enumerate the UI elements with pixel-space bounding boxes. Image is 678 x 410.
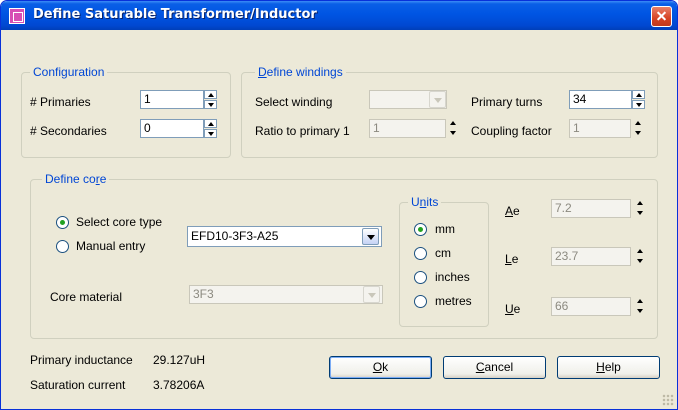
spin-up-icon[interactable]	[634, 297, 647, 306]
spin-up-icon[interactable]	[634, 199, 647, 208]
units-cm-radio[interactable]	[414, 247, 427, 260]
core-material-label: Core material	[50, 290, 123, 304]
spin-down-icon[interactable]	[634, 209, 647, 218]
ratio-spinner[interactable]	[447, 119, 460, 138]
units-inches-label[interactable]: inches	[435, 270, 470, 284]
configuration-group: Configuration	[21, 65, 231, 158]
ue-input[interactable]: 66	[551, 297, 631, 316]
spin-up-icon[interactable]	[632, 90, 645, 99]
saturation-current-label: Saturation current	[30, 378, 126, 392]
units-inches-radio[interactable]	[414, 271, 427, 284]
core-material-dropdown-icon[interactable]	[363, 286, 380, 303]
spin-down-icon[interactable]	[634, 257, 647, 266]
units-metres-radio[interactable]	[414, 295, 427, 308]
spin-up-icon[interactable]	[447, 119, 460, 128]
primary-turns-spinner[interactable]	[632, 90, 645, 109]
ue-spinner[interactable]	[634, 297, 647, 316]
primary-inductance-label: Primary inductance	[30, 353, 133, 367]
windings-group: Define windings	[241, 65, 658, 158]
spin-down-icon[interactable]	[632, 100, 645, 109]
select-winding-dropdown-icon[interactable]	[429, 91, 446, 108]
spin-up-icon[interactable]	[204, 119, 217, 128]
windings-group-title: Define windings	[255, 65, 346, 79]
ratio-label: Ratio to primary 1	[255, 124, 350, 138]
secondaries-label: # Secondaries	[30, 124, 107, 138]
le-input[interactable]: 23.7	[551, 247, 631, 266]
select-core-type-label[interactable]: Select core type	[76, 215, 162, 229]
ae-spinner[interactable]	[634, 199, 647, 218]
core-type-dropdown-icon[interactable]	[362, 228, 379, 245]
core-type-combo[interactable]: EFD10-3F3-A25	[187, 226, 382, 247]
spin-down-icon[interactable]	[632, 129, 645, 138]
ok-button[interactable]: Ok	[329, 356, 432, 379]
secondaries-spinner[interactable]	[204, 119, 217, 138]
primaries-input[interactable]: 1	[140, 90, 204, 109]
saturation-current-value: 3.78206A	[153, 378, 205, 392]
coupling-factor-spinner[interactable]	[632, 119, 645, 138]
select-core-type-radio[interactable]	[56, 216, 69, 229]
ue-label: Ue	[505, 302, 521, 316]
spin-down-icon[interactable]	[204, 100, 217, 109]
units-cm-label[interactable]: cm	[435, 246, 451, 260]
spin-down-icon[interactable]	[634, 307, 647, 316]
resize-grip-icon[interactable]	[662, 394, 674, 406]
primaries-label: # Primaries	[30, 95, 91, 109]
help-button[interactable]: Help	[557, 356, 660, 379]
app-icon	[9, 8, 25, 24]
le-label: Le	[505, 252, 519, 266]
close-button[interactable]	[651, 6, 672, 27]
cancel-button[interactable]: Cancel	[443, 356, 546, 379]
select-winding-label: Select winding	[255, 95, 333, 109]
units-mm-label[interactable]: mm	[435, 222, 455, 236]
dialog-window: Define Saturable Transformer/Inductor Co…	[0, 0, 678, 410]
ratio-input[interactable]: 1	[369, 119, 446, 138]
ae-input[interactable]: 7.2	[551, 199, 631, 218]
units-group: Units	[399, 195, 489, 327]
spin-up-icon[interactable]	[634, 247, 647, 256]
primary-turns-input[interactable]: 34	[569, 90, 632, 109]
core-material-combo[interactable]: 3F3	[189, 285, 383, 304]
core-group-title: Define core	[42, 172, 110, 186]
units-mm-radio[interactable]	[414, 223, 427, 236]
spin-down-icon[interactable]	[204, 129, 217, 138]
spin-up-icon[interactable]	[632, 119, 645, 128]
units-metres-label[interactable]: metres	[435, 294, 472, 308]
primaries-spinner[interactable]	[204, 90, 217, 109]
coupling-factor-input[interactable]: 1	[569, 119, 631, 138]
window-title: Define Saturable Transformer/Inductor	[33, 7, 317, 22]
configuration-group-title: Configuration	[30, 65, 108, 79]
title-bar[interactable]: Define Saturable Transformer/Inductor	[1, 1, 677, 30]
secondaries-input[interactable]: 0	[140, 119, 204, 138]
spin-up-icon[interactable]	[204, 90, 217, 99]
le-spinner[interactable]	[634, 247, 647, 266]
spin-down-icon[interactable]	[447, 129, 460, 138]
ae-label: Ae	[505, 204, 520, 218]
manual-entry-radio[interactable]	[56, 240, 69, 253]
units-group-title: Units	[408, 195, 442, 209]
primary-inductance-value: 29.127uH	[153, 353, 206, 367]
primary-turns-label: Primary turns	[471, 95, 543, 109]
manual-entry-label[interactable]: Manual entry	[76, 239, 145, 253]
coupling-factor-label: Coupling factor	[471, 124, 552, 138]
